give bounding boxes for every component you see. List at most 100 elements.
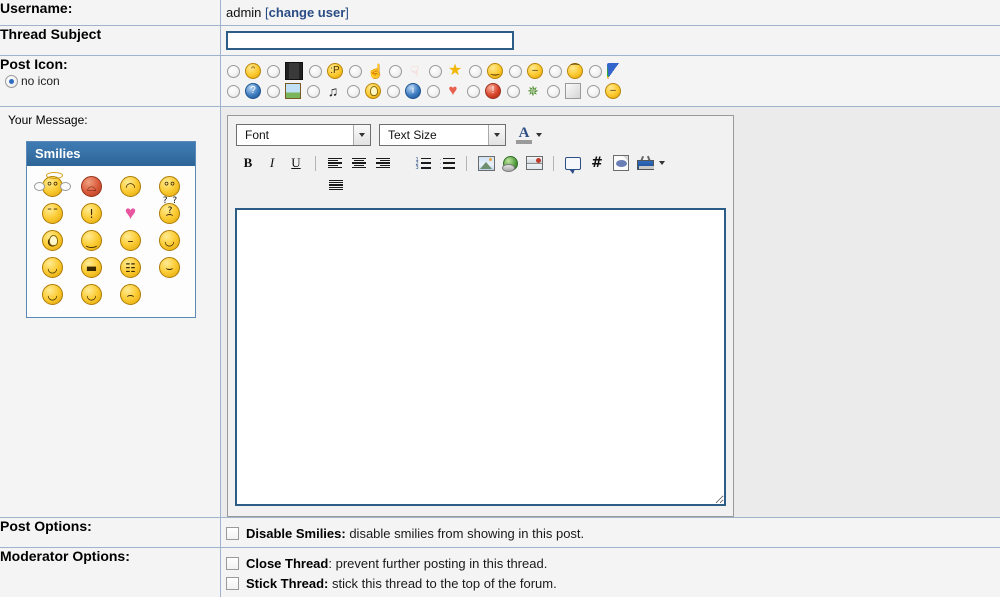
- no-icon-option[interactable]: no icon: [0, 74, 220, 88]
- align-left-button[interactable]: [323, 152, 347, 174]
- icon-smile-teeth[interactable]: ᵔ: [245, 63, 261, 79]
- icon-exclamation[interactable]: !: [485, 83, 501, 99]
- bold-button[interactable]: B: [236, 152, 260, 174]
- icon-sad[interactable]: ⁀: [567, 63, 583, 79]
- post-icon-option[interactable]: ᵔ: [227, 63, 267, 79]
- icon-neutral[interactable]: –: [527, 63, 543, 79]
- insert-php-button[interactable]: [609, 152, 633, 174]
- icon-picture[interactable]: [285, 83, 301, 99]
- font-select-chevron-down-icon[interactable]: [353, 125, 370, 145]
- post-icon-radio[interactable]: [507, 85, 520, 98]
- post-icon-option[interactable]: ♫: [307, 83, 347, 99]
- post-icon-radio[interactable]: [267, 85, 280, 98]
- icon-info[interactable]: i: [405, 83, 421, 99]
- post-icon-option[interactable]: [267, 83, 307, 99]
- post-icon-radio[interactable]: [389, 65, 402, 78]
- post-icon-radio[interactable]: [469, 65, 482, 78]
- smiley-happy1[interactable]: ◡: [42, 284, 63, 305]
- post-icon-radio[interactable]: [467, 85, 480, 98]
- post-icon-radio[interactable]: [427, 85, 440, 98]
- post-icon-option[interactable]: [547, 83, 587, 99]
- post-icon-option[interactable]: [267, 62, 309, 80]
- insert-image-button[interactable]: [474, 152, 498, 174]
- smiley-tongue[interactable]: ⌣: [159, 257, 180, 278]
- post-icon-radio[interactable]: [347, 85, 360, 98]
- post-icon-radio[interactable]: [509, 65, 522, 78]
- icon-tongue[interactable]: :P: [327, 63, 343, 79]
- text-size-select[interactable]: Text Size: [379, 124, 506, 146]
- smiley-smile[interactable]: ◠: [120, 176, 141, 197]
- italic-button[interactable]: I: [260, 152, 284, 174]
- post-icon-radio[interactable]: [307, 85, 320, 98]
- post-icon-radio[interactable]: [309, 65, 322, 78]
- post-icon-radio[interactable]: [587, 85, 600, 98]
- post-icon-radio[interactable]: [267, 65, 280, 78]
- icon-happy[interactable]: ‿: [487, 63, 503, 79]
- post-icon-option[interactable]: :P: [309, 63, 349, 79]
- icon-frown[interactable]: –: [605, 83, 621, 99]
- unordered-list-button[interactable]: ···: [435, 152, 459, 174]
- icon-thumbs-up[interactable]: ☝: [367, 63, 383, 79]
- insert-code-button[interactable]: #: [585, 152, 609, 174]
- stick-thread-checkbox[interactable]: [226, 577, 239, 590]
- option-line[interactable]: Disable Smilies: disable smilies from sh…: [226, 526, 1000, 541]
- post-icon-radio[interactable]: [547, 85, 560, 98]
- icon-box[interactable]: [565, 83, 581, 99]
- icon-music[interactable]: ♫: [325, 83, 341, 99]
- icon-film[interactable]: [285, 62, 303, 80]
- option-line[interactable]: Stick Thread: stick this thread to the t…: [226, 576, 1000, 591]
- post-icon-option[interactable]: –: [509, 63, 549, 79]
- smiley-sleepy[interactable]: ¯¯: [42, 203, 63, 224]
- post-icon-option[interactable]: [347, 83, 387, 99]
- disable-smilies-checkbox[interactable]: [226, 527, 239, 540]
- insert-video-button[interactable]: [633, 152, 657, 174]
- align-center-button[interactable]: [347, 152, 371, 174]
- insert-quote-button[interactable]: [561, 152, 585, 174]
- option-line[interactable]: Close Thread: prevent further posting in…: [226, 556, 1000, 571]
- thread-subject-input[interactable]: [226, 31, 514, 50]
- smiley-happy2[interactable]: ◡: [81, 284, 102, 305]
- post-icon-radio[interactable]: [429, 65, 442, 78]
- change-user-link[interactable]: change user: [269, 5, 346, 20]
- align-justify-button[interactable]: [324, 174, 348, 196]
- smiley-frown[interactable]: ⌢: [120, 284, 141, 305]
- smiley-biggrin[interactable]: ◡: [159, 230, 180, 251]
- icon-bug[interactable]: ✵: [525, 83, 541, 99]
- post-icon-radio[interactable]: [349, 65, 362, 78]
- close-thread-checkbox[interactable]: [226, 557, 239, 570]
- smiley-angry[interactable]: ⌓: [81, 176, 102, 197]
- post-icon-radio[interactable]: [227, 65, 240, 78]
- icon-thumbs-down[interactable]: ☟: [407, 63, 423, 79]
- smiley-heart[interactable]: ♥: [120, 203, 141, 224]
- smiley-grin[interactable]: ☷: [120, 257, 141, 278]
- icon-lightbulb[interactable]: [365, 83, 381, 99]
- ordered-list-button[interactable]: 123: [411, 152, 435, 174]
- post-icon-option[interactable]: ♥: [427, 83, 467, 99]
- insert-link-button[interactable]: [498, 152, 522, 174]
- font-color-button[interactable]: A: [514, 126, 542, 144]
- smiley-idea[interactable]: ●: [42, 230, 63, 251]
- smiley-angel[interactable]: °°: [42, 176, 63, 197]
- post-icon-radio[interactable]: [589, 65, 602, 78]
- video-chevron-down-icon[interactable]: [659, 161, 665, 165]
- icon-heart[interactable]: ♥: [445, 83, 461, 99]
- insert-email-button[interactable]: [522, 152, 546, 174]
- smiley-smirk[interactable]: ‿: [81, 230, 102, 251]
- text-size-select-chevron-down-icon[interactable]: [488, 125, 505, 145]
- post-icon-option[interactable]: ☟: [389, 63, 429, 79]
- smiley-confused[interactable]: ⌢? ? ?: [159, 203, 180, 224]
- post-icon-radio[interactable]: [387, 85, 400, 98]
- align-right-button[interactable]: [371, 152, 395, 174]
- post-icon-radio[interactable]: [549, 65, 562, 78]
- message-textarea[interactable]: [235, 208, 726, 506]
- icon-rainbow[interactable]: [607, 63, 623, 79]
- post-icon-option[interactable]: ★: [429, 63, 469, 79]
- post-icon-radio[interactable]: [227, 85, 240, 98]
- smiley-wink[interactable]: ◡: [42, 257, 63, 278]
- post-icon-option[interactable]: ✵: [507, 83, 547, 99]
- post-icon-option[interactable]: i: [387, 83, 427, 99]
- post-icon-option[interactable]: –: [587, 83, 627, 99]
- post-icon-option[interactable]: ?: [227, 83, 267, 99]
- icon-star[interactable]: ★: [447, 63, 463, 79]
- post-icon-option[interactable]: [589, 63, 629, 79]
